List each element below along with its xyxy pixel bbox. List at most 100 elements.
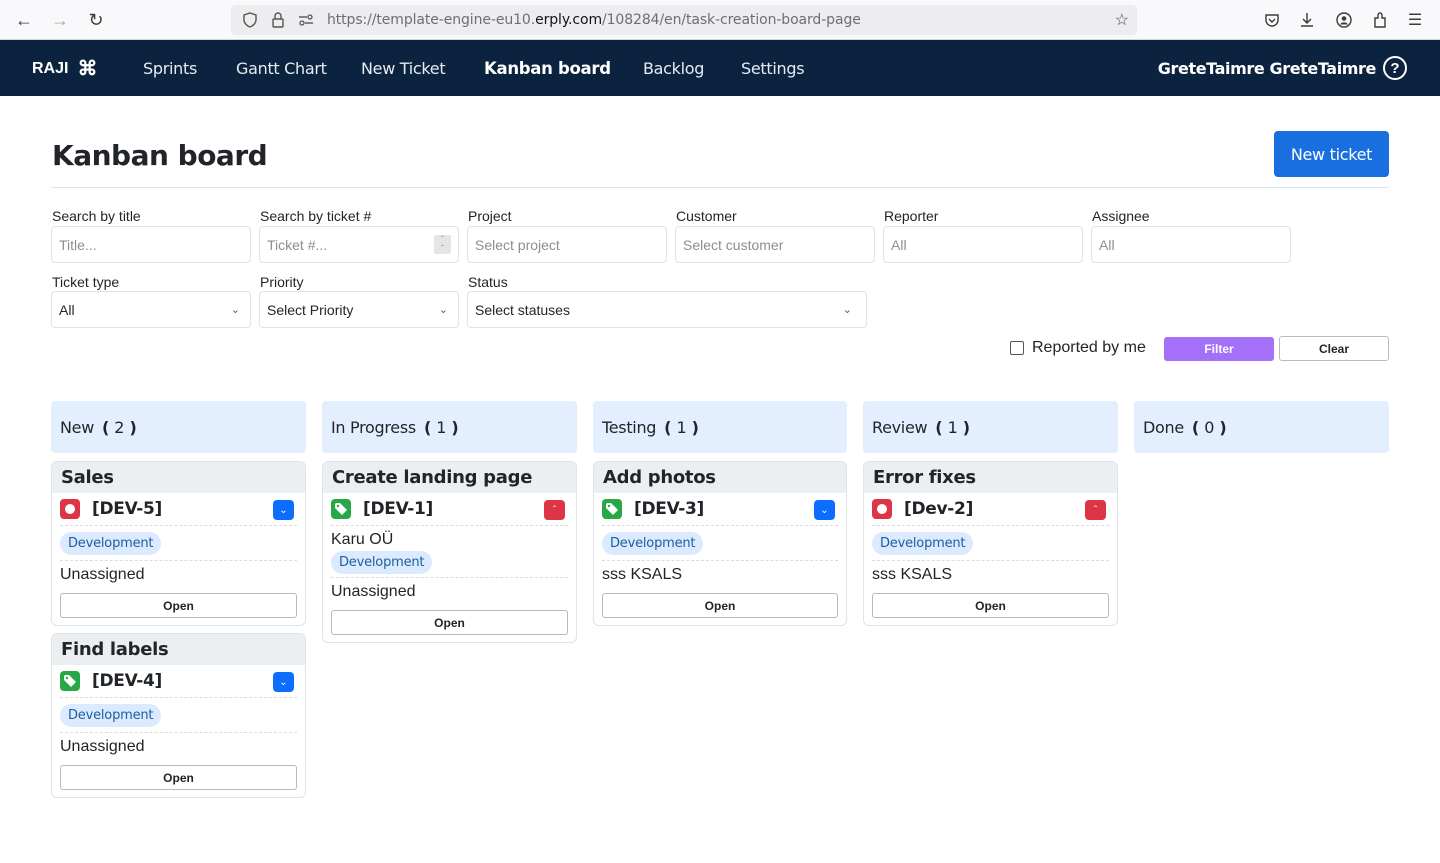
ticket-key: [Dev-2] [904,499,974,519]
nav-backlog[interactable]: Backlog [643,59,704,78]
status-select[interactable]: Select statuses ⌄ [467,291,867,328]
label-tag: Development [872,531,974,555]
customer-select[interactable]: Select customer [675,226,875,263]
address-bar[interactable]: https://template-engine-eu10.erply.com/1… [231,5,1137,35]
help-icon[interactable]: ? [1383,56,1407,80]
column-count: ( 1 ) [935,417,970,437]
search-title-input[interactable]: Title... [51,226,251,263]
project-select[interactable]: Select project [467,226,667,263]
ticket-card[interactable]: Create landing page [DEV-1] ˆ Karu OÜ De… [322,461,577,643]
priority-value: Select Priority [267,301,354,318]
chevron-down-icon: ⌄ [842,304,852,316]
ticket-card[interactable]: Sales [DEV-5] ⌄ Development Unassigned O… [51,461,306,626]
chevron-down-icon: ⌄ [438,304,448,316]
column-header-new: New ( 2 ) [51,401,306,453]
ticket-card[interactable]: Error fixes [Dev-2] ˆ Development sss KS… [863,461,1118,626]
url-text: https://template-engine-eu10.erply.com/1… [327,12,861,28]
column-name: Testing [602,417,657,437]
tag-icon [60,671,80,691]
priority-low-icon[interactable]: ⌄ [273,672,294,692]
label-tag: Development [602,531,704,555]
search-ticket-input[interactable]: Ticket #... ˆˇ [259,226,459,263]
filter-button[interactable]: Filter [1164,337,1274,361]
reported-by-me-checkbox[interactable] [1010,341,1024,355]
menu-icon[interactable]: ☰ [1403,8,1427,32]
assignee-select[interactable]: All [1091,226,1291,263]
ticket-assignee: Unassigned [60,566,145,583]
ticket-card[interactable]: Add photos [DEV-3] ⌄ Development sss KSA… [593,461,847,626]
open-ticket-button[interactable]: Open [872,593,1109,618]
label-tag: Development [60,531,162,555]
bookmark-star-icon[interactable]: ☆ [1115,10,1129,30]
ticket-type-label: Ticket type [52,274,120,290]
status-value: Select statuses [475,301,570,318]
user-name[interactable]: GreteTaimre GreteTaimre [1158,59,1377,78]
brand[interactable]: RAJI ⌘ [32,59,97,79]
column-name: Review [872,417,928,437]
nav-sprints[interactable]: Sprints [143,59,197,78]
column-header-review: Review ( 1 ) [863,401,1118,453]
ticket-title: Find labels [52,634,305,665]
back-icon[interactable]: ← [12,8,36,32]
bug-icon [872,499,892,519]
command-icon: ⌘ [77,58,98,80]
priority-label: Priority [260,274,304,290]
open-ticket-button[interactable]: Open [331,610,568,635]
ticket-type-select[interactable]: All ⌄ [51,291,251,328]
column-header-testing: Testing ( 1 ) [593,401,847,453]
number-spinner-icon[interactable]: ˆˇ [434,235,451,254]
new-ticket-button[interactable]: New ticket [1274,131,1389,177]
ticket-title: Add photos [594,462,846,493]
nav-settings[interactable]: Settings [741,59,805,78]
open-ticket-button[interactable]: Open [60,593,297,618]
label-tag: Development [60,703,162,727]
extensions-icon[interactable] [1368,8,1392,32]
search-ticket-placeholder: Ticket #... [267,236,328,253]
column-header-in-progress: In Progress ( 1 ) [322,401,577,453]
nav-gantt-chart[interactable]: Gantt Chart [236,59,327,78]
browser-toolbar: ← → ↻ https://template-engine-eu10.erply… [0,0,1440,40]
priority-high-icon[interactable]: ˆ [544,500,565,520]
open-ticket-button[interactable]: Open [60,765,297,790]
column-count: ( 0 ) [1191,417,1227,437]
column-name: New [60,417,94,437]
customer-label: Customer [676,208,737,224]
ticket-type-value: All [59,301,75,318]
ticket-assignee: sss KSALS [872,566,953,583]
reporter-label: Reporter [884,208,939,224]
priority-low-icon[interactable]: ⌄ [273,500,294,520]
clear-button[interactable]: Clear [1279,336,1389,361]
search-title-label: Search by title [52,208,141,224]
chevron-down-icon: ⌄ [230,304,240,316]
priority-high-icon[interactable]: ˆ [1085,500,1106,520]
reported-by-me-toggle[interactable]: Reported by me [1010,339,1146,357]
priority-low-icon[interactable]: ⌄ [814,500,835,520]
column-name: Done [1143,417,1184,437]
reporter-select[interactable]: All [883,226,1083,263]
column-name: In Progress [331,417,416,437]
tag-icon [602,499,622,519]
nav-kanban-board[interactable]: Kanban board [484,59,611,78]
label-tag: Development [331,551,433,574]
download-icon[interactable] [1295,8,1319,32]
priority-select[interactable]: Select Priority ⌄ [259,291,459,328]
pocket-icon[interactable] [1260,8,1284,32]
column-count: ( 2 ) [102,417,137,437]
open-ticket-button[interactable]: Open [602,593,838,618]
ticket-title: Error fixes [864,462,1117,493]
project-label: Project [468,208,512,224]
ticket-assignee: Unassigned [331,583,416,600]
shield-icon [241,11,259,29]
reload-icon[interactable]: ↻ [84,8,108,32]
forward-icon[interactable]: → [48,8,72,32]
divider [51,187,1389,188]
app-navbar: RAJI ⌘ Sprints Gantt Chart New Ticket Ka… [0,40,1440,96]
ticket-key: [DEV-3] [634,499,704,519]
tag-icon [331,499,351,519]
ticket-card[interactable]: Find labels [DEV-4] ⌄ Development Unassi… [51,633,306,798]
site-settings-icon[interactable] [297,11,315,29]
reported-by-me-label: Reported by me [1032,339,1146,356]
account-icon[interactable] [1332,8,1356,32]
ticket-assignee: Unassigned [60,738,145,755]
nav-new-ticket[interactable]: New Ticket [361,59,446,78]
